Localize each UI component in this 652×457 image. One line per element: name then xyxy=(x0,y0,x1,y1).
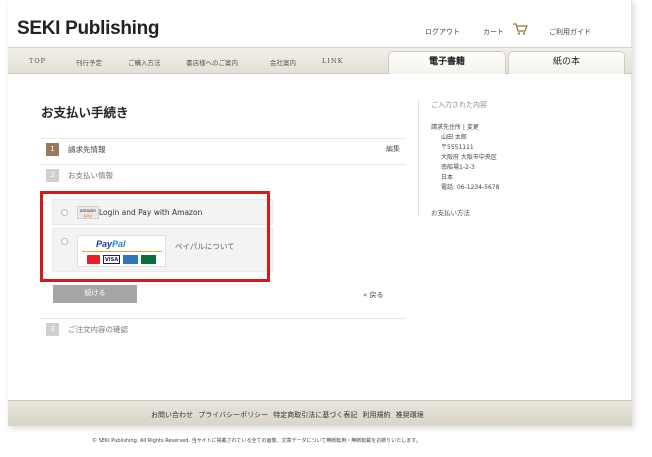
payment-method-label: お支払い方法 xyxy=(431,209,470,217)
billing-address-label[interactable]: 請求先住所 | 変更 xyxy=(431,123,578,133)
postal-code: 〒5551111 xyxy=(441,144,474,151)
edit-link[interactable]: 編集 xyxy=(386,144,400,154)
address-line-1: 大阪府 大阪市中央区 xyxy=(441,154,497,161)
nav-bookstore-info[interactable]: 書店様へのご案内 xyxy=(186,57,238,67)
step-label: ご注文内容の確認 xyxy=(68,325,128,334)
continue-button[interactable]: 続ける xyxy=(53,285,137,303)
address-line-2: 南船場1-2-3 xyxy=(441,164,475,171)
customer-name: 山田 太郎 xyxy=(441,134,467,141)
copyright: © SEKI Publishing. All Rights Reserved. … xyxy=(92,438,421,444)
step-confirm: 3 ご注文内容の確認 xyxy=(41,318,406,338)
tab-ebooks[interactable]: 電子書籍 xyxy=(388,51,506,74)
highlight-box xyxy=(40,191,270,282)
step-number: 1 xyxy=(46,143,59,156)
back-link[interactable]: « 戻る xyxy=(363,290,384,300)
country: 日本 xyxy=(441,174,454,181)
nav-purchase-method[interactable]: ご購入方法 xyxy=(128,57,161,67)
step-payment: 2 お支払い情報 xyxy=(41,164,406,184)
step-label: 請求先情報 xyxy=(68,145,106,154)
logout-link[interactable]: ログアウト xyxy=(425,27,460,37)
order-summary-sidebar: ご入力された内容 請求先住所 | 変更 山田 太郎 〒5551111 大阪府 大… xyxy=(418,100,578,217)
footer-nav: お問い合わせ プライバシーポリシー 特定商取引法に基づく表記 利用規約 推奨環境 xyxy=(8,400,632,426)
nav-link[interactable]: LINK xyxy=(322,57,343,65)
nav-top[interactable]: TOP xyxy=(29,57,46,65)
guide-link[interactable]: ご利用ガイド xyxy=(549,27,591,37)
page-title: お支払い手続き xyxy=(41,105,129,120)
site-logo[interactable]: SEKI Publishing xyxy=(17,18,160,40)
cart-icon[interactable] xyxy=(512,21,528,35)
nav-company[interactable]: 会社案内 xyxy=(270,57,296,67)
step-number: 3 xyxy=(46,323,59,336)
tab-paper-books[interactable]: 紙の本 xyxy=(508,51,625,74)
footer-links[interactable]: お問い合わせ プライバシーポリシー 特定商取引法に基づく表記 利用規約 推奨環境 xyxy=(151,410,424,420)
step-number: 2 xyxy=(46,169,59,182)
phone: 電話: 06-1234-5678 xyxy=(441,184,500,191)
cart-link[interactable]: カート xyxy=(483,27,504,37)
step-billing: 1 請求先情報 編集 xyxy=(41,138,406,158)
step-label: お支払い情報 xyxy=(68,171,113,180)
sidebar-heading: ご入力された内容 xyxy=(431,101,487,109)
nav-schedule[interactable]: 刊行予定 xyxy=(76,57,102,67)
